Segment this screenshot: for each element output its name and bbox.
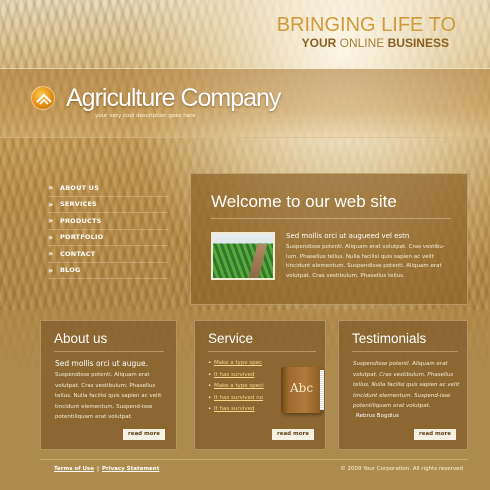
book-label: Abc [290,381,314,395]
slogan-line-2: YOUR ONLINE BUSINESS [302,36,449,50]
service-title: Service [208,331,254,346]
testimonial-quote: Suspendisse potenti. Aliquam erat volutp… [353,361,460,409]
welcome-panel: Welcome to our web site Sed mollis orci … [190,173,468,305]
field-path [248,244,268,278]
divider [352,351,458,352]
welcome-body: Suspendisse potenti. Aliquam erat volutp… [286,244,445,279]
arrow-right-icon: » [48,199,54,209]
service-read-more-button[interactable]: read more [272,429,314,440]
welcome-lead: Sed mollis orci ut augueed vel estn [286,232,410,240]
book-icon: Abc [281,367,324,413]
arrow-right-icon: » [48,183,54,193]
service-link[interactable]: • Make a type spec [208,360,264,372]
logo-icon[interactable] [31,86,55,110]
service-list: • Make a type spec • It has survived • Make… [208,360,264,418]
copyright-text: © 2009 Your Corporation. All rights rese… [340,466,463,472]
about-read-more-button[interactable]: read more [123,429,165,440]
slogan-online: ONLINE [339,36,388,50]
book-pages [320,370,324,410]
arrow-right-icon: » [48,265,54,275]
service-link[interactable]: • It has survived [208,372,264,384]
divider [211,218,451,219]
service-link[interactable]: • Make a type speci [208,383,264,395]
service-link[interactable]: • It has survived no [208,395,264,407]
service-link[interactable]: • It has survived [208,406,264,418]
footer-separator: | [96,466,99,472]
testimonials-title: Testimonials [352,331,427,346]
divider [54,351,164,352]
nav-item-label: BLOG [60,266,81,275]
crop-field-image [211,232,275,280]
service-link-label: It has survived [214,406,255,412]
testimonials-panel: Testimonials Suspendisse potenti. Aliqua… [338,320,468,450]
nav-item-label: CONTACT [60,249,96,258]
slogan-your: YOUR [301,36,340,50]
nav-item-blog[interactable]: » BLOG [48,263,168,279]
nav-item-contact[interactable]: » CONTACT [48,246,168,263]
service-link-label: It has survived [214,371,255,378]
about-us-body: Suspendisse potenti. Aliquam erat volutp… [55,372,162,420]
testimonial-author: Rebrus Bogdius [356,413,399,419]
footer-links: Terms of Use | Privacy Statement [54,466,159,472]
nav-item-label: PRODUCTS [60,216,102,225]
about-us-panel: About us Sed mollis orci ut augue. Suspe… [40,320,177,450]
about-us-title: About us [54,331,108,346]
welcome-title: Welcome to our web site [211,192,397,211]
privacy-statement-link[interactable]: Privacy Statement [102,466,159,472]
service-link-label: Make a type speci [214,383,264,389]
slogan-line-1: BRINGING LIFE TO [276,14,456,36]
nav-item-products[interactable]: » PRODUCTS [48,213,168,230]
logo-tagline: your very cool description goes here [95,113,196,119]
nav-item-portfolio[interactable]: » PORTFOLIO [48,230,168,246]
service-panel: Service • Make a type spec • It has surviv… [194,320,326,450]
main-navigation: » ABOUT US » SERVICES » PRODUCTS » PORTFOLIO… [48,180,168,279]
arrow-right-icon: » [48,232,54,242]
arrow-right-icon: » [48,216,54,226]
slogan-business: BUSINESS [387,36,449,50]
arrow-right-icon: » [48,249,54,259]
testimonials-read-more-button[interactable]: read more [414,429,456,440]
terms-of-use-link[interactable]: Terms of Use [54,466,94,472]
about-us-lead: Sed mollis orci ut augue. [55,359,148,368]
divider [208,351,316,352]
logo-chevron-icon [36,93,52,105]
nav-item-about-us[interactable]: » ABOUT US [48,180,168,197]
service-link-label: It has survived no [214,394,264,401]
nav-item-services[interactable]: » SERVICES [48,197,168,213]
nav-item-label: SERVICES [60,200,98,209]
footer-divider [40,459,468,460]
logo-company-name[interactable]: Agriculture Company [66,84,281,113]
nav-item-label: PORTFOLIO [60,233,104,242]
nav-item-label: ABOUT US [60,183,100,192]
service-link-label: Make a type spec [214,360,263,366]
